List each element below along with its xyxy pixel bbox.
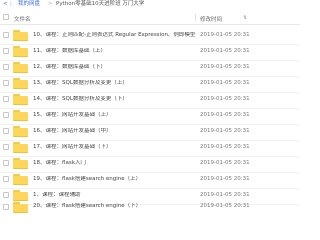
file-modified-time: 2019-01-05 20:31 xyxy=(200,48,250,54)
select-all-checkbox[interactable] xyxy=(3,14,9,20)
folder-icon xyxy=(13,142,28,153)
folder-icon xyxy=(13,158,28,169)
file-modified-time: 2019-01-05 20:31 xyxy=(200,128,250,134)
file-list-header: 文件名 修改时间 ⇅ xyxy=(0,9,300,25)
file-name[interactable]: 19、课程：flask搭建search engine（上） xyxy=(33,176,195,182)
row-checkbox[interactable] xyxy=(3,48,9,54)
folder-icon xyxy=(13,110,28,121)
file-modified-time: 2019-01-05 20:31 xyxy=(200,176,250,182)
row-checkbox[interactable] xyxy=(3,128,9,134)
file-modified-time: 2019-01-05 20:31 xyxy=(200,96,250,102)
file-name[interactable]: 12、课程：数据库基础（下） xyxy=(33,64,195,70)
row-checkbox[interactable] xyxy=(3,176,9,182)
file-name[interactable]: 11、课程：数据库基础（上） xyxy=(33,48,195,54)
list-item[interactable]: 20、课程：flask搭建search engine（下） 2019-01-05… xyxy=(0,201,300,218)
folder-icon xyxy=(13,30,28,41)
breadcrumb-item-current: Python零基础10天进阶班 万门大学 xyxy=(56,1,145,7)
column-divider xyxy=(195,14,196,21)
breadcrumb-separator: | xyxy=(10,1,12,7)
row-checkbox[interactable] xyxy=(3,192,9,198)
row-checkbox[interactable] xyxy=(3,204,9,210)
folder-icon xyxy=(13,174,28,185)
breadcrumb-arrow: > xyxy=(48,1,53,7)
file-name[interactable]: 14、课程：SQL数据分析及变更（下） xyxy=(33,96,195,102)
folder-icon xyxy=(13,78,28,89)
folder-icon xyxy=(13,190,28,201)
folder-icon xyxy=(13,126,28,137)
file-modified-time: 2019-01-05 20:31 xyxy=(200,112,250,118)
file-modified-time: 2019-01-05 20:31 xyxy=(200,203,250,209)
row-checkbox[interactable] xyxy=(3,96,9,102)
row-checkbox[interactable] xyxy=(3,32,9,38)
breadcrumb: < | 我的网盘 > Python零基础10天进阶班 万门大学 xyxy=(0,0,300,9)
file-name[interactable]: 18、课程：flask入门 xyxy=(33,160,195,166)
file-name[interactable]: 13、课程：SQL数据分析及变更（上） xyxy=(33,80,195,86)
row-checkbox[interactable] xyxy=(3,112,9,118)
row-checkbox[interactable] xyxy=(3,144,9,150)
folder-icon xyxy=(13,46,28,57)
file-name[interactable]: 15、课程：网站开发基础（上） xyxy=(33,112,195,118)
file-modified-time: 2019-01-05 20:31 xyxy=(200,32,250,38)
row-checkbox[interactable] xyxy=(3,64,9,70)
breadcrumb-item-my-drive[interactable]: 我的网盘 xyxy=(18,1,40,7)
file-modified-time: 2019-01-05 20:31 xyxy=(200,64,250,70)
file-modified-time: 2019-01-05 20:31 xyxy=(200,160,250,166)
file-name[interactable]: 16、课程：网站开发基础（中） xyxy=(33,128,195,134)
folder-icon xyxy=(13,202,28,213)
back-link[interactable]: < xyxy=(3,1,8,7)
row-checkbox[interactable] xyxy=(3,160,9,166)
file-modified-time: 2019-01-05 20:31 xyxy=(200,192,250,198)
folder-icon xyxy=(13,62,28,73)
file-name[interactable]: 20、课程：flask搭建search engine（下） xyxy=(33,203,195,209)
file-name[interactable]: 1、课程：课程辅助 xyxy=(33,192,195,198)
column-header-name[interactable]: 文件名 xyxy=(14,15,31,23)
file-name[interactable]: 10、课程：正则匹配-正则表达式 Regular Expression、例即模型… xyxy=(33,32,195,38)
sort-icon[interactable]: ⇅ xyxy=(243,15,247,21)
file-modified-time: 2019-01-05 20:31 xyxy=(200,144,250,150)
file-name[interactable]: 17、课程：网站开发基础（下） xyxy=(33,144,195,150)
folder-icon xyxy=(13,94,28,105)
file-modified-time: 2019-01-05 20:31 xyxy=(200,80,250,86)
row-checkbox[interactable] xyxy=(3,80,9,86)
column-header-modified[interactable]: 修改时间 xyxy=(200,15,222,23)
